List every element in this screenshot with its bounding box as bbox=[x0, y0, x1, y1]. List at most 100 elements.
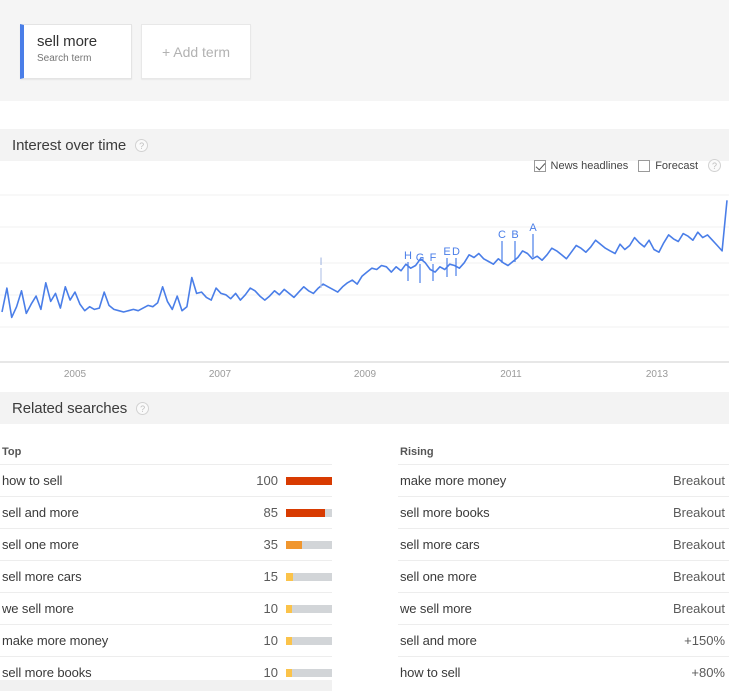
top-row-bar-track bbox=[286, 508, 332, 517]
news-marker-label-E: E bbox=[443, 246, 450, 258]
related-searches-title: Related searches bbox=[12, 399, 128, 417]
rising-row-value: Breakout bbox=[672, 505, 725, 520]
top-row-query: make more money bbox=[2, 633, 109, 648]
rising-row[interactable]: make more money Breakout bbox=[398, 464, 729, 496]
news-marker-label-G: G bbox=[416, 252, 425, 264]
search-term-subtitle: Search term bbox=[37, 53, 92, 64]
interest-over-time-header: Interest over time ? bbox=[0, 129, 729, 161]
rising-row-query: sell one more bbox=[400, 569, 477, 584]
rising-row-query: we sell more bbox=[400, 601, 472, 616]
top-row-value: 10 bbox=[263, 665, 278, 680]
top-row-bar-fill bbox=[286, 572, 293, 581]
top-row-query: sell and more bbox=[2, 505, 79, 520]
option-forecast[interactable]: Forecast bbox=[638, 159, 698, 172]
rising-row[interactable]: sell and more +150% bbox=[398, 624, 729, 656]
rising-row-value: Breakout bbox=[672, 569, 725, 584]
checkbox-forecast[interactable] bbox=[638, 159, 651, 172]
top-heading: Top bbox=[2, 446, 22, 458]
interest-over-time-title: Interest over time bbox=[12, 136, 127, 154]
top-row-bar-fill bbox=[286, 476, 332, 485]
related-searches-header: Related searches ? bbox=[0, 392, 729, 424]
x-tick-2011: 2011 bbox=[500, 369, 522, 380]
rising-row[interactable]: sell more cars Breakout bbox=[398, 528, 729, 560]
rising-heading: Rising bbox=[400, 446, 434, 458]
search-term-card[interactable]: sell more Search term bbox=[20, 24, 132, 79]
related-searches-body: Top how to sell 100 sell and more 85 sell on… bbox=[0, 440, 729, 691]
rising-row-query: sell and more bbox=[400, 633, 477, 648]
top-row[interactable]: sell one more 35 bbox=[0, 528, 332, 560]
top-row-bar-fill bbox=[286, 508, 325, 517]
top-row-bar-fill bbox=[286, 604, 292, 613]
top-row[interactable]: sell and more 85 bbox=[0, 496, 332, 528]
x-tick-2013: 2013 bbox=[646, 369, 669, 380]
top-row-bar-track bbox=[286, 636, 332, 645]
top-row-bar-fill bbox=[286, 668, 292, 677]
top-list-footer bbox=[0, 680, 332, 691]
news-marker-label-I: I bbox=[319, 256, 322, 268]
rising-row-value: Breakout bbox=[672, 601, 725, 616]
rising-row-query: make more money bbox=[400, 473, 507, 488]
rising-row[interactable]: how to sell +80% bbox=[398, 656, 729, 688]
rising-row-query: sell more books bbox=[400, 505, 490, 520]
rising-row[interactable]: sell more books Breakout bbox=[398, 496, 729, 528]
top-row-bar-fill bbox=[286, 540, 302, 549]
news-marker-label-B: B bbox=[511, 229, 518, 241]
top-row-bar-track bbox=[286, 604, 332, 613]
option-news-headlines[interactable]: News headlines bbox=[533, 159, 628, 172]
checkbox-news-headlines[interactable] bbox=[533, 159, 546, 172]
top-row-query: sell more books bbox=[2, 665, 92, 680]
rising-row-value: +80% bbox=[691, 665, 725, 680]
rising-row-query: sell more cars bbox=[400, 537, 480, 552]
related-top-column: Top how to sell 100 sell and more 85 sell on… bbox=[0, 440, 332, 691]
x-tick-2009: 2009 bbox=[354, 369, 377, 380]
related-rising-column: Rising make more money Breakout sell more … bbox=[398, 440, 729, 688]
top-row-value: 10 bbox=[263, 633, 278, 648]
rising-row-query: how to sell bbox=[400, 665, 461, 680]
top-row-bar-track bbox=[286, 476, 332, 485]
rising-row[interactable]: sell one more Breakout bbox=[398, 560, 729, 592]
chart-options: News headlines Forecast ? bbox=[533, 159, 721, 172]
trends-line-chart[interactable]: ABC DEFGH I 2005 2007 2009 2011 2013 bbox=[0, 180, 729, 385]
rising-row-value: +150% bbox=[684, 633, 725, 648]
rising-list: make more money Breakout sell more books Br… bbox=[398, 464, 729, 688]
top-row-value: 35 bbox=[263, 537, 278, 552]
search-term-text: sell more bbox=[37, 33, 97, 50]
top-row-query: how to sell bbox=[2, 473, 63, 488]
interest-over-time-chart[interactable]: A B C D E F G H I 2005 2007 2009 2011 2013 bbox=[0, 180, 729, 385]
top-row-bar-track bbox=[286, 668, 332, 677]
x-tick-2005: 2005 bbox=[64, 369, 87, 380]
news-marker-C[interactable]: C bbox=[498, 229, 506, 263]
top-row-bar-track bbox=[286, 540, 332, 549]
news-marker-label-C: C bbox=[498, 229, 506, 241]
top-list: how to sell 100 sell and more 85 sell one mo… bbox=[0, 464, 332, 688]
help-icon-related[interactable]: ? bbox=[136, 401, 150, 415]
series-line-sell-more bbox=[1, 200, 728, 319]
news-marker-E[interactable]: E bbox=[443, 246, 451, 277]
rising-row-value: Breakout bbox=[672, 537, 725, 552]
help-icon-forecast[interactable]: ? bbox=[708, 159, 721, 172]
top-row-value: 100 bbox=[256, 473, 278, 488]
top-row[interactable]: make more money 10 bbox=[0, 624, 332, 656]
top-row-value: 85 bbox=[263, 505, 278, 520]
top-row[interactable]: we sell more 10 bbox=[0, 592, 332, 624]
news-marker-F[interactable]: F bbox=[430, 252, 437, 281]
news-marker-D[interactable]: D bbox=[452, 246, 460, 276]
top-row[interactable]: sell more cars 15 bbox=[0, 560, 332, 592]
news-marker-A[interactable]: A bbox=[529, 222, 537, 257]
rising-row[interactable]: we sell more Breakout bbox=[398, 592, 729, 624]
news-marker-label-D: D bbox=[452, 246, 460, 258]
x-tick-2007: 2007 bbox=[209, 369, 232, 380]
help-icon-interest[interactable]: ? bbox=[135, 138, 149, 152]
news-marker-G[interactable]: G bbox=[416, 252, 425, 283]
rising-row-value: Breakout bbox=[672, 473, 725, 488]
news-marker-I[interactable]: I bbox=[319, 256, 323, 288]
top-row-bar-track bbox=[286, 572, 332, 581]
top-row-query: sell one more bbox=[2, 537, 79, 552]
top-row[interactable]: how to sell 100 bbox=[0, 464, 332, 496]
add-term-label: + Add term bbox=[161, 43, 231, 60]
add-term-button[interactable]: + Add term bbox=[141, 24, 251, 79]
news-marker-label-A: A bbox=[529, 222, 537, 234]
search-term-bar: sell more Search term + Add term bbox=[0, 0, 729, 101]
option-forecast-label: Forecast bbox=[655, 159, 698, 172]
top-row-bar-fill bbox=[286, 636, 292, 645]
